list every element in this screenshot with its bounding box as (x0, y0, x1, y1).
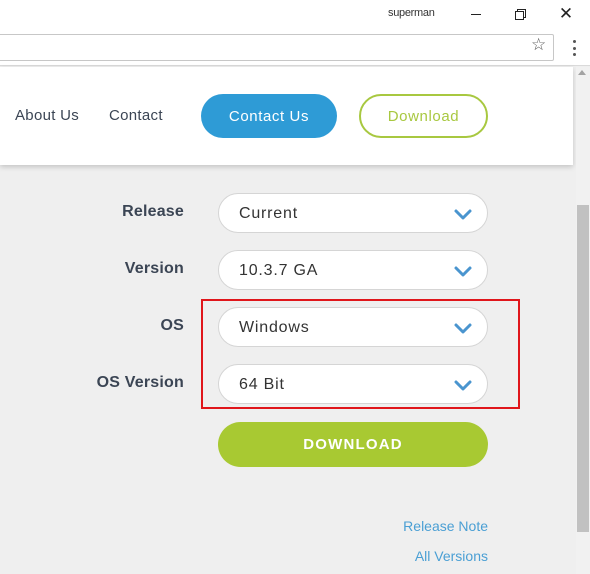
restore-icon (514, 8, 526, 20)
more-vertical-icon[interactable] (567, 37, 581, 59)
site-navbar: About Us Contact Contact Us Download (0, 67, 573, 165)
browser-toolbar: ☆ (0, 30, 590, 66)
restore-button[interactable] (509, 4, 531, 24)
version-value: 10.3.7 GA (239, 262, 319, 279)
all-versions-link[interactable]: All Versions (415, 548, 488, 564)
chevron-down-icon (454, 209, 472, 220)
page-viewport: About Us Contact Contact Us Download Rel… (0, 67, 576, 574)
minimize-button[interactable] (465, 4, 487, 24)
close-icon: ✕ (558, 4, 574, 23)
address-bar[interactable] (0, 34, 554, 61)
scrollbar-thumb[interactable] (577, 205, 589, 532)
contact-us-button[interactable]: Contact Us (201, 94, 337, 138)
profile-name[interactable]: superman (388, 7, 435, 19)
release-note-link[interactable]: Release Note (403, 518, 488, 534)
minimize-icon (471, 13, 481, 15)
chevron-down-icon (454, 266, 472, 277)
release-label: Release (122, 203, 184, 220)
release-value: Current (239, 205, 298, 222)
os-version-label: OS Version (96, 374, 184, 391)
window-titlebar: superman ✕ (0, 0, 590, 30)
nav-link-about-us[interactable]: About Us (15, 107, 79, 124)
release-select[interactable]: Current (218, 193, 488, 233)
close-button[interactable]: ✕ (555, 4, 577, 24)
star-icon[interactable]: ☆ (531, 35, 546, 55)
download-button[interactable]: DOWNLOAD (218, 422, 488, 467)
version-label: Version (124, 260, 184, 277)
version-select[interactable]: 10.3.7 GA (218, 250, 488, 290)
scroll-up-arrow-icon[interactable] (578, 70, 586, 75)
nav-download-button[interactable]: Download (359, 94, 488, 138)
nav-link-contact[interactable]: Contact (109, 107, 163, 124)
os-label: OS (160, 317, 184, 334)
highlight-box (201, 299, 520, 409)
